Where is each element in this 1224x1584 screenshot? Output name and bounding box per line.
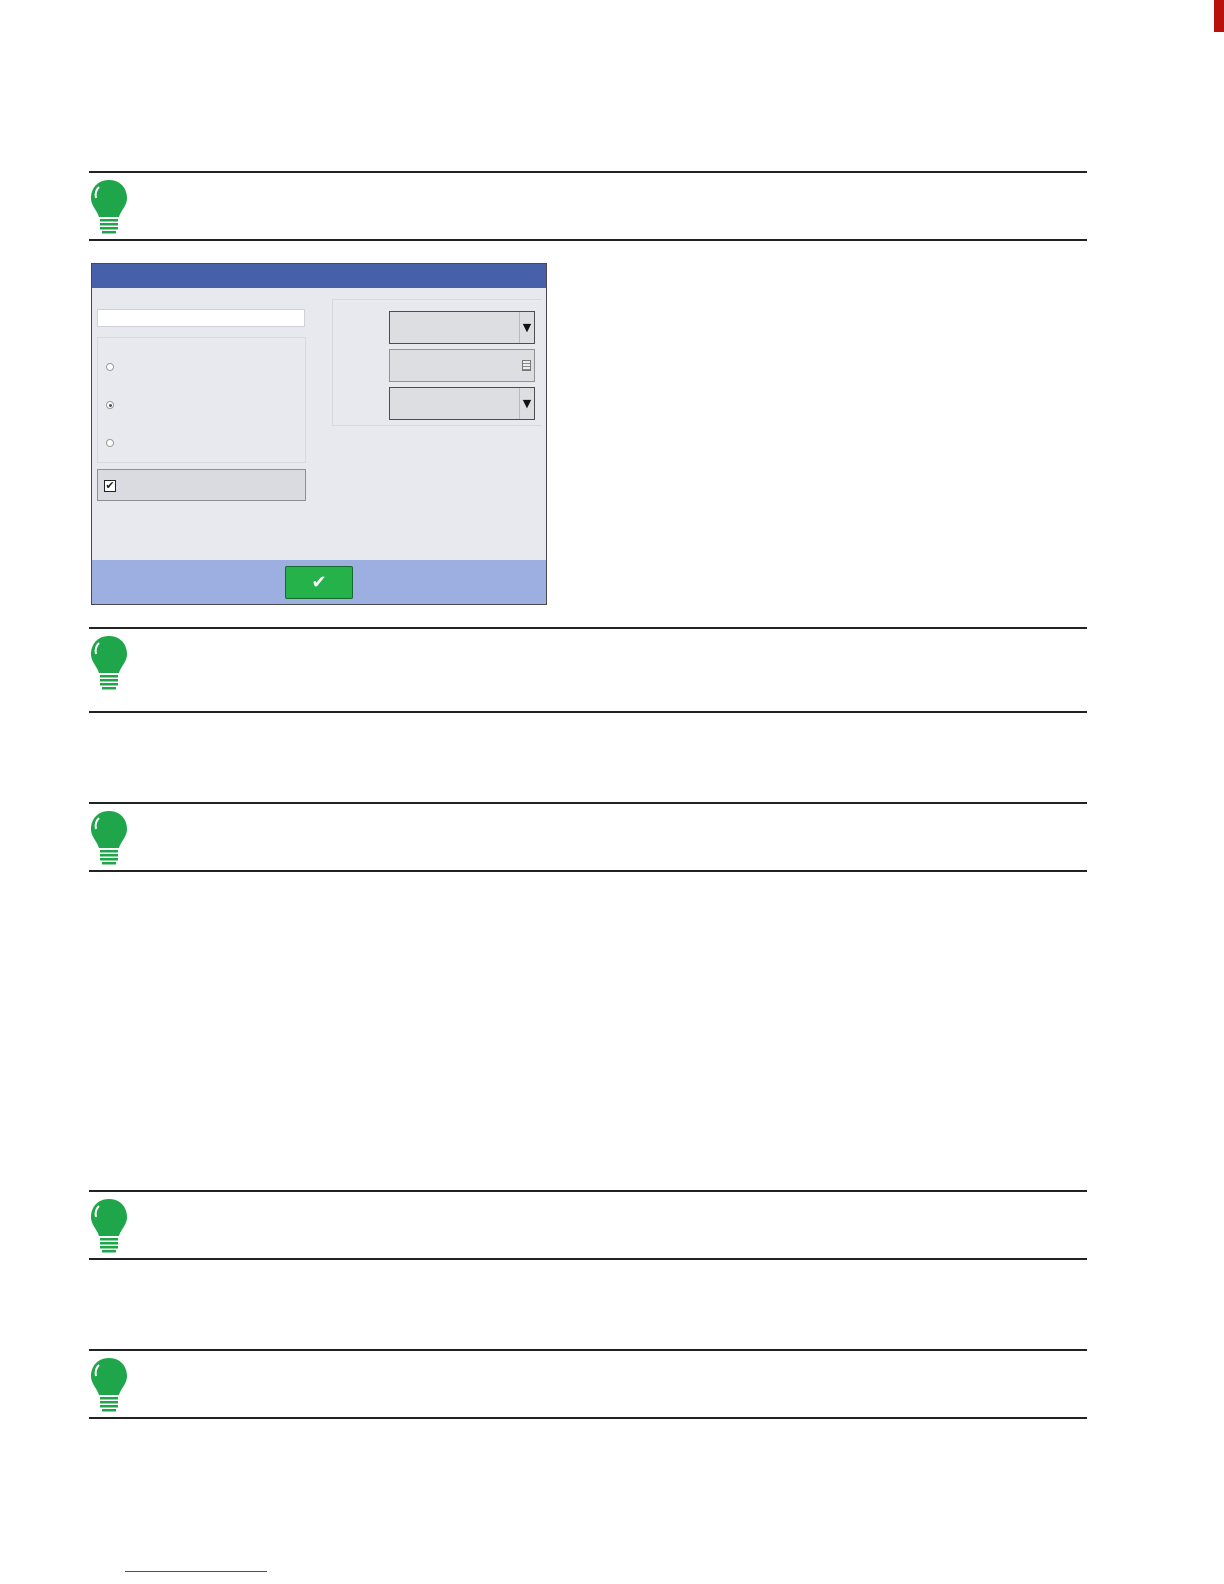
- note-block: [89, 1190, 1087, 1260]
- note-block: [89, 627, 1087, 713]
- checkbox-button[interactable]: ✔: [97, 469, 306, 501]
- lightbulb-icon: [91, 180, 127, 234]
- checkmark-icon: ✔: [311, 572, 327, 593]
- ok-button[interactable]: ✔: [285, 566, 353, 599]
- keyboard-icon[interactable]: [522, 360, 531, 371]
- note-block: [89, 1349, 1087, 1419]
- lightbulb-icon: [91, 1358, 127, 1412]
- name-input[interactable]: [97, 309, 305, 327]
- radio-button-icon[interactable]: [106, 363, 114, 371]
- lightbulb-icon: [91, 811, 127, 865]
- keyboard-entry-field[interactable]: [389, 349, 535, 382]
- radio-button-selected-icon[interactable]: [106, 401, 114, 409]
- radio-button-icon[interactable]: [106, 439, 114, 447]
- chevron-down-icon[interactable]: ▼: [519, 312, 534, 343]
- dropdown-select-1[interactable]: ▼: [389, 311, 535, 344]
- page-edge-marker: [1214, 0, 1224, 32]
- chevron-down-icon[interactable]: ▼: [519, 388, 534, 419]
- lightbulb-icon: [91, 636, 127, 690]
- dialog-footer: ✔: [92, 560, 546, 604]
- checkbox-icon[interactable]: ✔: [104, 480, 116, 492]
- note-block: [89, 171, 1087, 241]
- note-block: [89, 802, 1087, 872]
- lightbulb-icon: [91, 1199, 127, 1253]
- dialog-title: [92, 264, 546, 288]
- dropdown-select-2[interactable]: ▼: [389, 387, 535, 420]
- footer-link[interactable]: [125, 1557, 267, 1572]
- radio-group: [97, 337, 306, 463]
- settings-dialog: ✔ ▼ ▼ ✔: [91, 263, 547, 605]
